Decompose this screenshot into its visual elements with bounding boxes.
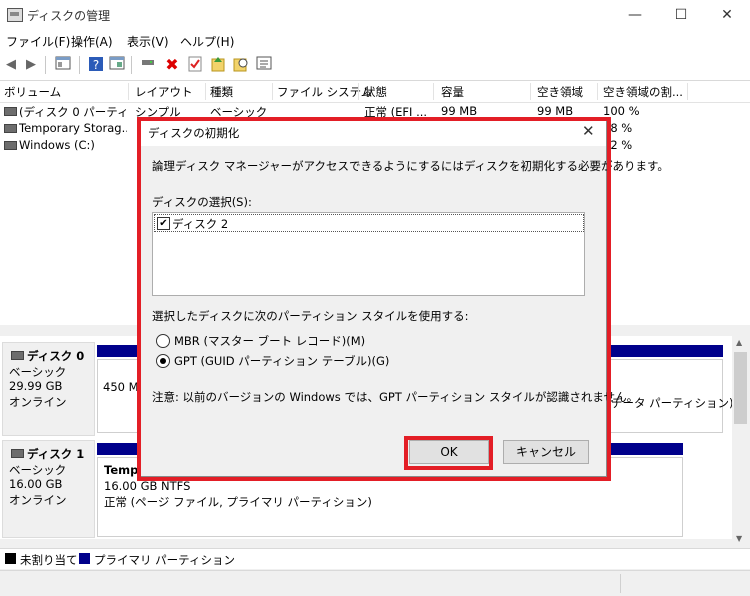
search-icon[interactable] xyxy=(232,56,250,74)
console-icon[interactable] xyxy=(54,56,72,74)
column-separator[interactable] xyxy=(530,83,531,100)
column-header-free-percent[interactable]: 空き領域の割... xyxy=(603,84,683,100)
drive-icon xyxy=(4,124,17,133)
table-row[interactable]: (ディスク 0 パーティシ... シンプル ベーシック 正常 (EFI ... … xyxy=(0,103,750,119)
menu-bar: ファイル(F) 操作(A) 表示(V) ヘルプ(H) xyxy=(0,30,750,51)
cell-volume: Windows (C:) xyxy=(19,138,95,152)
cancel-button[interactable]: キャンセル xyxy=(503,440,589,464)
cell-capacity: 99 MB xyxy=(441,104,478,118)
toolbar-separator xyxy=(131,56,132,74)
maximize-button[interactable]: ☐ xyxy=(658,0,704,30)
partition-filesystem: 16.00 GB NTFS xyxy=(104,479,191,493)
disk-type: ベーシック xyxy=(9,365,67,379)
drive-icon xyxy=(4,107,17,116)
gpt-radio[interactable] xyxy=(156,354,170,368)
scrollbar-thumb[interactable] xyxy=(734,352,747,424)
cell-free-percent: 100 % xyxy=(603,104,640,118)
column-header-free-space[interactable]: 空き領域 xyxy=(537,84,583,100)
disk-status: オンライン xyxy=(9,493,67,507)
window-title: ディスクの管理 xyxy=(27,9,111,23)
menu-help[interactable]: ヘルプ(H) xyxy=(178,32,236,51)
mbr-option-label[interactable]: MBR (マスター ブート レコード)(M) xyxy=(174,333,365,349)
disk-status: オンライン xyxy=(9,395,67,409)
column-header-type[interactable]: 種類 xyxy=(210,84,233,100)
unallocated-swatch xyxy=(5,553,16,564)
partition-size: 450 M xyxy=(103,380,139,394)
list-icon[interactable] xyxy=(255,56,273,74)
menu-view[interactable]: 表示(V) xyxy=(125,32,171,51)
disk-icon xyxy=(11,351,24,360)
compatibility-note: 注意: 以前のバージョンの Windows では、GPT パーティション スタイ… xyxy=(152,390,639,404)
cell-free-space: 99 MB xyxy=(537,104,574,118)
disk-1-label[interactable]: ディスク 1 ベーシック 16.00 GB オンライン xyxy=(2,440,95,538)
disk-item-label: ディスク 2 xyxy=(172,217,229,231)
column-header-status[interactable]: 状態 xyxy=(364,84,387,100)
partition-style-label: 選択したディスクに次のパーティション スタイルを使用する: xyxy=(152,309,469,323)
disk-name: ディスク 0 xyxy=(27,349,85,363)
column-separator[interactable] xyxy=(128,83,129,100)
disk-size: 29.99 GB xyxy=(9,379,63,393)
column-separator[interactable] xyxy=(597,83,598,100)
disk-management-icon xyxy=(7,8,23,22)
volume-list-header: ボリューム レイアウト 種類 ファイル システム 状態 容量 空き領域 空き領域… xyxy=(0,81,750,103)
forward-arrow-icon[interactable]: ▶ xyxy=(22,56,40,74)
import-icon[interactable] xyxy=(209,56,227,74)
disk-type: ベーシック xyxy=(9,463,67,477)
mbr-radio[interactable] xyxy=(156,334,170,348)
column-header-layout[interactable]: レイアウト xyxy=(135,84,193,100)
column-separator[interactable] xyxy=(687,83,688,100)
ok-button[interactable]: OK xyxy=(409,440,489,464)
legend-bar: 未割り当て プライマリ パーティション xyxy=(0,548,750,569)
disk-size: 16.00 GB xyxy=(9,477,63,491)
primary-swatch xyxy=(79,553,90,564)
radio-selected-dot xyxy=(160,358,166,364)
drive-icon xyxy=(4,141,17,150)
menu-file[interactable]: ファイル(F) xyxy=(4,32,72,51)
connect-icon[interactable] xyxy=(139,56,157,74)
dialog-description: 論理ディスク マネージャーがアクセスできるようにするにはディスクを初期化する必要… xyxy=(152,159,669,173)
svg-text:?: ? xyxy=(93,58,99,72)
menu-action[interactable]: 操作(A) xyxy=(69,32,115,51)
properties-icon[interactable] xyxy=(108,56,126,74)
disk-icon xyxy=(11,449,24,458)
toolbar: ◀ ▶ ? ✖ xyxy=(0,51,750,81)
window-titlebar: ディスクの管理 — ☐ ✕ xyxy=(0,0,750,30)
column-separator[interactable] xyxy=(433,83,434,100)
status-separator xyxy=(620,574,621,593)
help-icon[interactable]: ? xyxy=(87,56,105,74)
initialize-disk-dialog: ディスクの初期化 ✕ 論理ディスク マネージャーがアクセスできるようにするにはデ… xyxy=(138,118,669,476)
column-separator[interactable] xyxy=(205,83,206,100)
column-header-capacity[interactable]: 容量 xyxy=(441,84,464,100)
column-separator[interactable] xyxy=(272,83,273,100)
dialog-close-button[interactable]: ✕ xyxy=(582,122,595,140)
scroll-down-icon[interactable]: ▼ xyxy=(736,534,742,543)
column-header-volume[interactable]: ボリューム xyxy=(4,84,61,100)
cell-volume: (ディスク 0 パーティシ... xyxy=(19,105,127,119)
gpt-option-label[interactable]: GPT (GUID パーティション テーブル)(G) xyxy=(174,353,389,369)
check-icon[interactable] xyxy=(186,56,204,74)
scroll-up-icon[interactable]: ▲ xyxy=(736,338,742,347)
dialog-titlebar: ディスクの初期化 ✕ xyxy=(138,118,606,146)
partition-description: 正常 (ページ ファイル, プライマリ パーティション) xyxy=(104,495,372,509)
checkbox-icon[interactable]: ✔ xyxy=(157,217,170,230)
cell-volume: Temporary Storag... xyxy=(19,121,127,135)
disk-select-listbox[interactable]: ✔ ディスク 2 xyxy=(152,212,585,296)
dialog-title: ディスクの初期化 xyxy=(148,126,240,140)
column-separator[interactable] xyxy=(358,83,359,100)
list-item[interactable]: ✔ ディスク 2 xyxy=(154,214,584,232)
legend-unallocated: 未割り当て xyxy=(20,553,78,567)
toolbar-separator xyxy=(79,56,80,74)
toolbar-separator xyxy=(45,56,46,74)
close-button[interactable]: ✕ xyxy=(704,0,750,30)
status-bar xyxy=(0,570,750,596)
delete-icon[interactable]: ✖ xyxy=(163,56,181,74)
cell-free-percent: 52 % xyxy=(603,138,633,152)
disk-select-label: ディスクの選択(S): xyxy=(152,195,252,209)
minimize-button[interactable]: — xyxy=(612,0,658,30)
back-arrow-icon[interactable]: ◀ xyxy=(2,56,20,74)
cell-free-percent: 58 % xyxy=(603,121,633,135)
legend-primary: プライマリ パーティション xyxy=(94,553,235,567)
disk-name: ディスク 1 xyxy=(27,447,85,461)
disk-0-label[interactable]: ディスク 0 ベーシック 29.99 GB オンライン xyxy=(2,342,95,436)
